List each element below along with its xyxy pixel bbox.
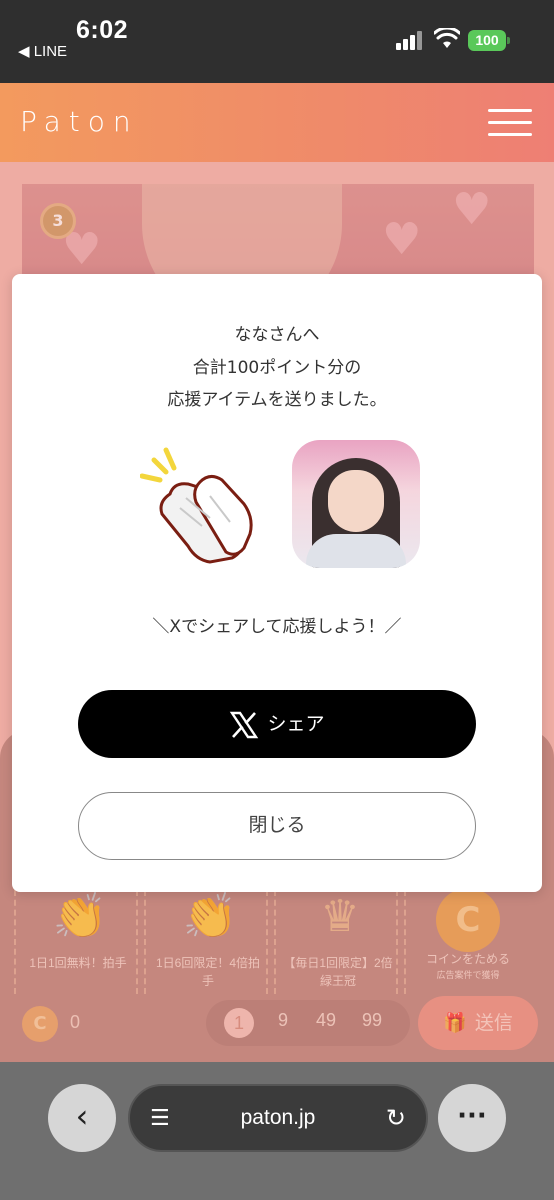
- browser-back-button[interactable]: ‹: [48, 1084, 116, 1152]
- url-text: paton.jp: [240, 1106, 316, 1129]
- ellipsis-icon: ···: [457, 1101, 487, 1131]
- status-time: 6:02: [76, 16, 129, 44]
- back-to-app-link[interactable]: ◀ LINE: [18, 42, 67, 60]
- status-bar: 6:02 ◀ LINE 100: [0, 0, 554, 83]
- browser-toolbar: ‹ ☰ paton.jp ↻ ···: [0, 1062, 554, 1200]
- share-on-x-button[interactable]: シェア: [78, 690, 476, 758]
- avatar-face: [328, 470, 384, 532]
- share-prompt: ＼Xでシェアして応援しよう！／: [152, 617, 402, 637]
- close-button[interactable]: 閉じる: [78, 792, 476, 860]
- wifi-icon: [434, 28, 460, 48]
- chevron-left-icon: ‹: [75, 1097, 89, 1135]
- support-sent-dialog: ななさんへ 合計100ポイント分の 応援アイテムを送りました。 ＼Xでシェアして…: [12, 274, 542, 892]
- menu-icon[interactable]: [488, 109, 532, 137]
- recipient-avatar: [292, 440, 420, 568]
- site-header: Paton: [0, 83, 554, 162]
- avatar-body: [306, 534, 406, 568]
- address-bar[interactable]: ☰ paton.jp ↻: [128, 1084, 428, 1152]
- more-options-button[interactable]: ···: [438, 1084, 506, 1152]
- x-logo-icon: [230, 711, 259, 738]
- battery-indicator: 100: [468, 30, 506, 51]
- share-label: シェア: [267, 713, 325, 735]
- dialog-points: 合計100ポイント分の: [192, 358, 362, 378]
- paton-logo[interactable]: Paton: [20, 105, 139, 138]
- dialog-message: 応援アイテムを送りました。: [167, 390, 387, 410]
- dialog-recipient: ななさんへ: [234, 325, 320, 345]
- reload-icon[interactable]: ↻: [386, 1104, 406, 1132]
- signal-icon: [396, 30, 426, 50]
- battery-cap: [507, 37, 510, 44]
- clap-icon: [140, 447, 253, 564]
